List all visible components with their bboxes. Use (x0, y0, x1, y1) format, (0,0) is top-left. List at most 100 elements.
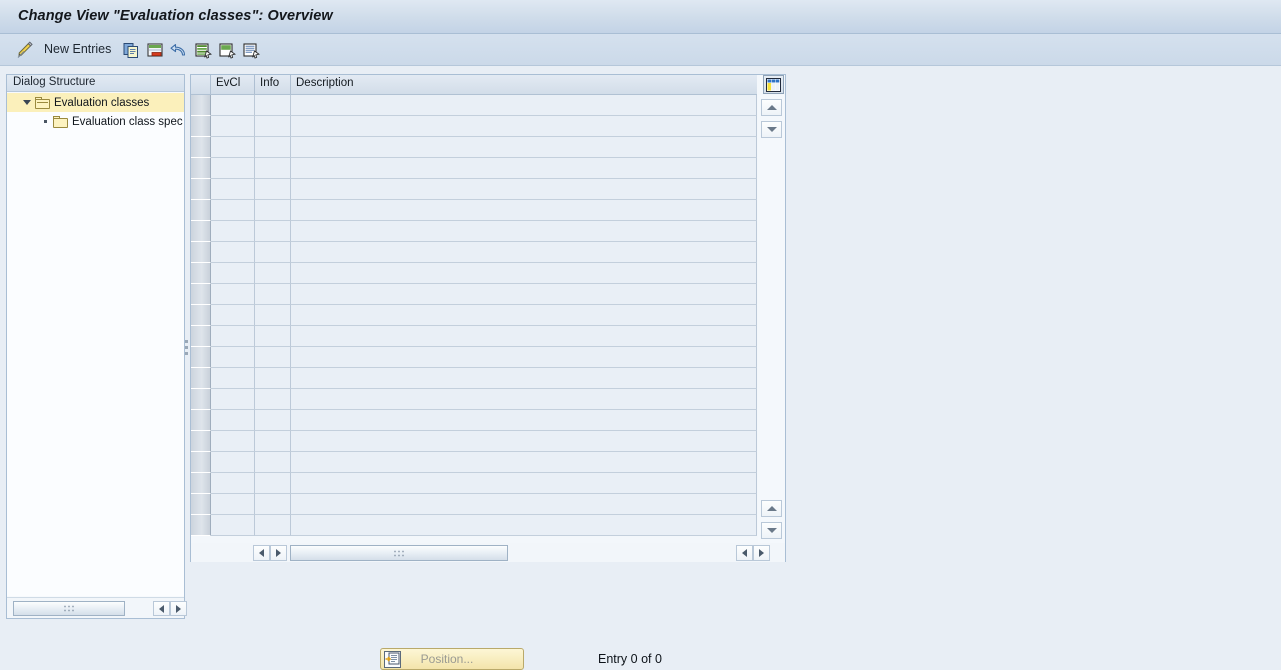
table-cell-info[interactable] (255, 95, 291, 116)
row-select-cell[interactable] (191, 116, 211, 137)
table-cell-evcl[interactable] (211, 389, 255, 410)
table-cell-evcl[interactable] (211, 326, 255, 347)
table-cell-description[interactable] (291, 116, 757, 137)
row-select-cell[interactable] (191, 326, 211, 347)
row-select-cell[interactable] (191, 368, 211, 389)
table-scroll-page-left-button[interactable] (270, 545, 287, 561)
table-cell-description[interactable] (291, 326, 757, 347)
row-select-cell[interactable] (191, 452, 211, 473)
table-scroll-left-button[interactable] (253, 545, 270, 561)
table-cell-evcl[interactable] (211, 137, 255, 158)
table-scroll-thumb[interactable] (290, 545, 508, 561)
table-row[interactable] (191, 473, 757, 494)
table-row[interactable] (191, 494, 757, 515)
table-cell-description[interactable] (291, 368, 757, 389)
table-cell-evcl[interactable] (211, 158, 255, 179)
row-select-cell[interactable] (191, 347, 211, 368)
table-cell-description[interactable] (291, 515, 757, 536)
table-row[interactable] (191, 158, 757, 179)
table-cell-description[interactable] (291, 263, 757, 284)
table-cell-description[interactable] (291, 284, 757, 305)
table-cell-evcl[interactable] (211, 200, 255, 221)
table-cell-description[interactable] (291, 305, 757, 326)
table-cell-evcl[interactable] (211, 410, 255, 431)
row-select-cell[interactable] (191, 284, 211, 305)
table-row[interactable] (191, 179, 757, 200)
table-cell-info[interactable] (255, 284, 291, 305)
select-block-button[interactable] (242, 39, 260, 61)
row-select-cell[interactable] (191, 242, 211, 263)
table-row[interactable] (191, 305, 757, 326)
table-row[interactable] (191, 347, 757, 368)
delete-button[interactable] (146, 39, 164, 61)
table-cell-info[interactable] (255, 158, 291, 179)
row-select-cell[interactable] (191, 305, 211, 326)
sidebar-scroll-right-button[interactable] (170, 601, 187, 616)
table-cell-evcl[interactable] (211, 494, 255, 515)
table-header-description[interactable]: Description (291, 75, 757, 94)
table-cell-evcl[interactable] (211, 515, 255, 536)
table-cell-evcl[interactable] (211, 368, 255, 389)
table-row[interactable] (191, 137, 757, 158)
table-cell-info[interactable] (255, 116, 291, 137)
table-cell-description[interactable] (291, 158, 757, 179)
table-settings-button[interactable] (763, 75, 784, 94)
table-cell-info[interactable] (255, 326, 291, 347)
position-button[interactable]: Position... (380, 648, 524, 670)
table-cell-info[interactable] (255, 305, 291, 326)
table-header-select-column[interactable] (191, 75, 211, 94)
table-row[interactable] (191, 95, 757, 116)
table-cell-evcl[interactable] (211, 95, 255, 116)
table-scroll-page-up-button[interactable] (761, 121, 782, 138)
panel-splitter-handle[interactable] (183, 336, 189, 358)
table-cell-info[interactable] (255, 347, 291, 368)
table-cell-info[interactable] (255, 431, 291, 452)
row-select-cell[interactable] (191, 137, 211, 158)
table-row[interactable] (191, 263, 757, 284)
table-cell-evcl[interactable] (211, 221, 255, 242)
table-row[interactable] (191, 452, 757, 473)
sidebar-scroll-left-button[interactable] (153, 601, 170, 616)
table-row[interactable] (191, 221, 757, 242)
sidebar-horizontal-scrollbar[interactable] (7, 597, 187, 618)
table-cell-description[interactable] (291, 494, 757, 515)
table-cell-description[interactable] (291, 473, 757, 494)
table-cell-description[interactable] (291, 95, 757, 116)
row-select-cell[interactable] (191, 515, 211, 536)
row-select-cell[interactable] (191, 158, 211, 179)
undo-change-button[interactable] (170, 39, 188, 61)
table-cell-info[interactable] (255, 137, 291, 158)
table-row[interactable] (191, 326, 757, 347)
row-select-cell[interactable] (191, 221, 211, 242)
row-select-cell[interactable] (191, 263, 211, 284)
tree-item-evaluation-class-spec[interactable]: Evaluation class spec (7, 112, 184, 131)
table-row[interactable] (191, 200, 757, 221)
row-select-cell[interactable] (191, 410, 211, 431)
table-row[interactable] (191, 431, 757, 452)
table-cell-evcl[interactable] (211, 179, 255, 200)
row-select-cell[interactable] (191, 179, 211, 200)
table-row[interactable] (191, 410, 757, 431)
table-cell-evcl[interactable] (211, 263, 255, 284)
table-cell-info[interactable] (255, 410, 291, 431)
sidebar-scroll-thumb[interactable] (13, 601, 125, 616)
table-row[interactable] (191, 389, 757, 410)
tree-item-evaluation-classes[interactable]: Evaluation classes (7, 93, 184, 112)
table-cell-description[interactable] (291, 410, 757, 431)
table-cell-info[interactable] (255, 494, 291, 515)
table-cell-evcl[interactable] (211, 431, 255, 452)
table-cell-evcl[interactable] (211, 116, 255, 137)
table-row[interactable] (191, 284, 757, 305)
table-cell-info[interactable] (255, 389, 291, 410)
table-cell-description[interactable] (291, 242, 757, 263)
select-all-button[interactable] (194, 39, 212, 61)
table-cell-description[interactable] (291, 137, 757, 158)
table-scroll-page-right-button[interactable] (736, 545, 753, 561)
row-select-cell[interactable] (191, 389, 211, 410)
table-cell-description[interactable] (291, 221, 757, 242)
row-select-cell[interactable] (191, 95, 211, 116)
table-cell-info[interactable] (255, 473, 291, 494)
table-horizontal-scrollbar[interactable] (191, 543, 785, 562)
table-cell-info[interactable] (255, 179, 291, 200)
table-cell-description[interactable] (291, 347, 757, 368)
